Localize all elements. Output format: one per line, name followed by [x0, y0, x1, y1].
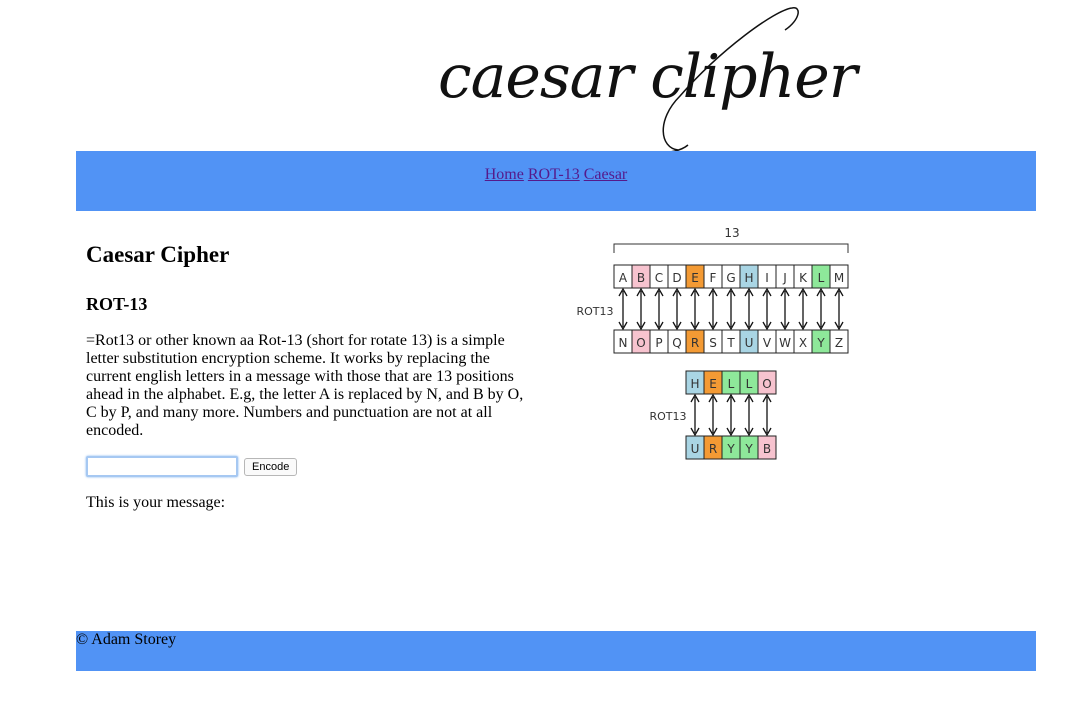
shift-bracket — [613, 243, 849, 253]
example-cipher-letter: U — [691, 442, 700, 456]
top-row-letter: M — [834, 271, 844, 285]
top-row-letter: G — [726, 271, 735, 285]
footer: © Adam Storey — [76, 631, 1036, 671]
example-cipher-letter: B — [763, 442, 771, 456]
bottom-row-letter: O — [636, 336, 645, 350]
bottom-row-letter: W — [779, 336, 791, 350]
bottom-row-letter: Q — [672, 336, 681, 350]
top-row-letter: I — [765, 271, 769, 285]
example-plain-letter: O — [762, 377, 771, 391]
bottom-row-letter: U — [745, 336, 754, 350]
top-row-letter: F — [710, 271, 717, 285]
nav-link-rot13[interactable]: ROT-13 — [528, 166, 580, 183]
bottom-row-letter: T — [726, 336, 735, 350]
example-cipher-letter: R — [709, 442, 717, 456]
rot13-diagram-svg: 13A B C D E F G H I J K L MN O P Q R S T U V W X Y ZROT13H E L L OU R… — [576, 226, 849, 460]
top-row-letter: H — [744, 271, 753, 285]
example-plain-letter: L — [746, 377, 753, 391]
example-plain-letter: E — [709, 377, 717, 391]
bottom-row-letter: N — [619, 336, 628, 350]
rot13-diagram: 13 A B C D E F G H I J K L M N O P Q R S T U V W X Y Z ROT13 H E L L O U R… — [574, 222, 864, 467]
top-row-letter: C — [655, 271, 663, 285]
encode-button[interactable]: Encode — [244, 457, 298, 476]
bottom-row-letter: Y — [816, 336, 825, 350]
top-row-letter: J — [782, 271, 787, 285]
example-plain-letter: L — [728, 377, 735, 391]
example-plain-letter: H — [690, 377, 699, 391]
nav-link-home[interactable]: Home — [485, 166, 524, 183]
top-row-letter: D — [672, 271, 681, 285]
example-cipher-letter: Y — [744, 442, 753, 456]
bottom-row-letter: Z — [835, 336, 843, 350]
message-input[interactable] — [86, 456, 238, 477]
bottom-row-letter: X — [799, 336, 807, 350]
example-rot-label: ROT13 — [649, 410, 686, 423]
page-title: Caesar Cipher — [86, 242, 230, 267]
result-text: This is your message: — [86, 494, 226, 511]
bottom-row-letter: P — [655, 336, 662, 350]
section-title: ROT-13 — [86, 294, 148, 314]
top-row-letter: L — [818, 271, 825, 285]
footer-copyright: © Adam Storey — [76, 631, 177, 648]
top-row-letter: A — [619, 271, 628, 285]
logo-flourish — [651, 7, 799, 154]
nav-bar: Home ROT-13 Caesar — [76, 151, 1036, 211]
rot-label: ROT13 — [576, 305, 613, 318]
nav-link-caesar[interactable]: Caesar — [584, 166, 628, 183]
description-text: =Rot13 or other known aa Rot-13 (short f… — [86, 332, 524, 439]
shift-label: 13 — [724, 226, 739, 240]
top-row-letter: E — [691, 271, 699, 285]
example-cipher-letter: Y — [726, 442, 735, 456]
site-logo: caesar clipher — [430, 0, 857, 155]
top-row-letter: K — [799, 271, 808, 285]
top-row-letter: B — [637, 271, 645, 285]
bottom-row-letter: V — [763, 336, 772, 350]
bottom-row-letter: S — [709, 336, 717, 350]
encode-form: Encode — [86, 456, 536, 477]
bottom-row-letter: R — [691, 336, 699, 350]
main-content: Caesar Cipher ROT-13 =Rot13 or other kno… — [86, 238, 536, 512]
